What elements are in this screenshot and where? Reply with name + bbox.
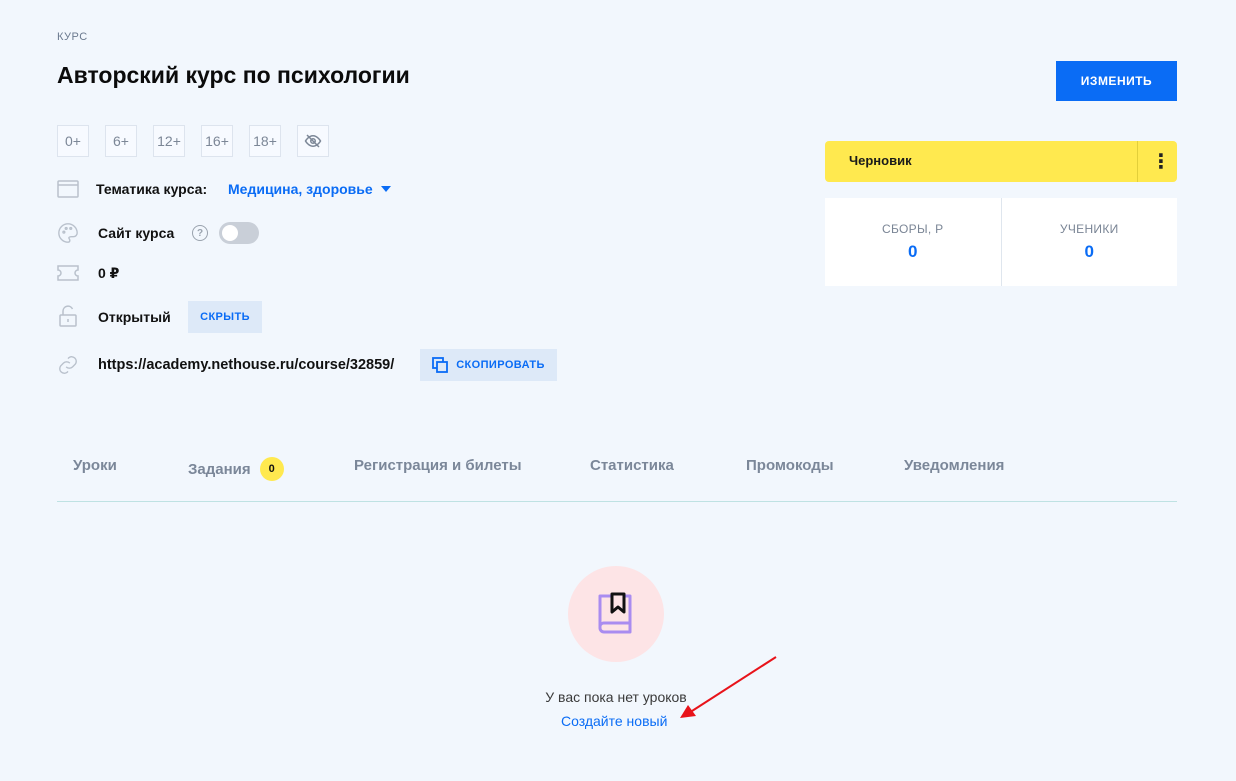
tab-label: Уведомления (904, 457, 1005, 474)
book-bookmark-icon (598, 592, 632, 634)
status-divider (1137, 141, 1138, 182)
site-toggle[interactable] (219, 222, 259, 244)
link-icon (57, 354, 79, 376)
tab-label: Статистика (590, 457, 674, 474)
price-value: 0 ₽ (98, 265, 120, 281)
breadcrumb: КУРС (57, 31, 88, 43)
age-rating-18[interactable]: 18+ (249, 125, 281, 157)
tab-bar: Уроки Задания 0 Регистрация и билеты Ста… (57, 440, 1177, 502)
age-rating-16[interactable]: 16+ (201, 125, 233, 157)
tab-lessons[interactable]: Уроки (73, 457, 117, 474)
access-label: Открытый (98, 309, 171, 325)
unlock-icon (57, 305, 79, 327)
stats-panel: СБОРЫ, Р 0 УЧЕНИКИ 0 (825, 198, 1177, 286)
tab-tasks[interactable]: Задания 0 (188, 457, 284, 481)
copy-icon (432, 357, 449, 373)
tab-registration[interactable]: Регистрация и билеты (354, 457, 522, 474)
site-label: Сайт курса (98, 225, 175, 241)
status-label: Черновик (849, 153, 912, 168)
stat-label: УЧЕНИКИ (1059, 222, 1119, 236)
tab-label: Регистрация и билеты (354, 457, 522, 474)
copy-link-button[interactable]: СКОПИРОВАТЬ (420, 349, 557, 381)
tab-label: Промокоды (746, 457, 834, 474)
status-bar[interactable]: Черновик ⋮ (825, 141, 1177, 182)
empty-message: У вас пока нет уроков (545, 689, 687, 705)
tab-label: Уроки (73, 457, 117, 474)
age-rating-group: 0+ 6+ 12+ 16+ 18+ (57, 125, 329, 157)
window-icon (57, 178, 79, 200)
tasks-count-badge: 0 (259, 457, 284, 481)
page-title: Авторский курс по психологии (57, 62, 410, 88)
caret-down-icon (380, 186, 391, 192)
topic-value: Медицина, здоровье (228, 181, 373, 197)
help-icon[interactable]: ? (192, 225, 208, 241)
tab-notifications[interactable]: Уведомления (904, 457, 1004, 474)
ticket-icon (57, 262, 79, 284)
stat-value: 0 (908, 242, 918, 261)
empty-lessons-illustration (568, 566, 664, 662)
age-rating-6[interactable]: 6+ (105, 125, 137, 157)
edit-button[interactable]: ИЗМЕНИТЬ (1056, 61, 1177, 101)
topic-label: Тематика курса: (96, 181, 208, 197)
age-rating-12[interactable]: 12+ (153, 125, 185, 157)
stat-label: СБОРЫ, Р (882, 222, 944, 236)
stat-students: УЧЕНИКИ 0 (1000, 198, 1178, 286)
more-options-icon[interactable]: ⋮ (1145, 141, 1177, 182)
hide-button[interactable]: СКРЫТЬ (188, 301, 262, 333)
hidden-eye-icon[interactable] (297, 125, 329, 157)
course-url: https://academy.nethouse.ru/course/32859… (98, 357, 395, 373)
tab-promocodes[interactable]: Промокоды (746, 457, 834, 474)
copy-label: СКОПИРОВАТЬ (456, 359, 545, 371)
tab-statistics[interactable]: Статистика (590, 457, 674, 474)
age-rating-0[interactable]: 0+ (57, 125, 89, 157)
stat-value: 0 (1084, 242, 1094, 261)
palette-icon (57, 222, 79, 244)
topic-dropdown[interactable]: Медицина, здоровье (228, 181, 391, 197)
stat-collections: СБОРЫ, Р 0 (825, 198, 1001, 286)
tab-label: Задания (188, 460, 251, 478)
annotation-arrow-icon (680, 656, 777, 718)
create-lesson-link[interactable]: Создайте новый (561, 713, 667, 729)
